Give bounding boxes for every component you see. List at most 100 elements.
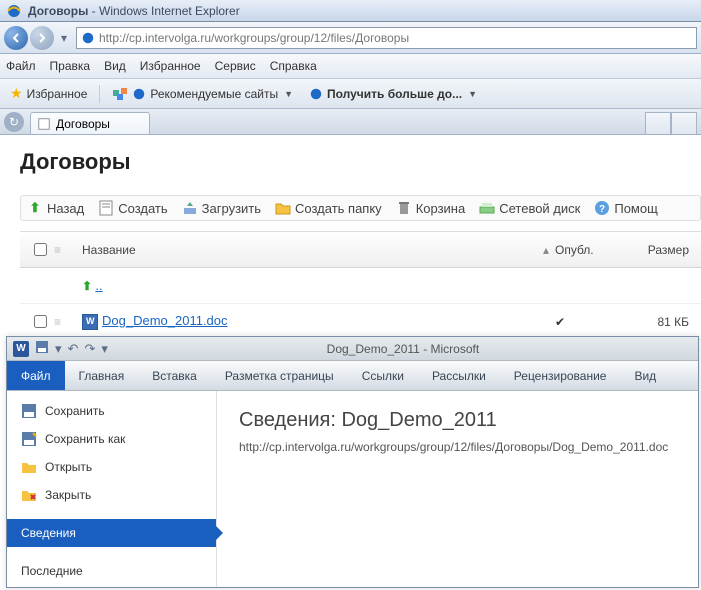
page-icon xyxy=(81,31,95,45)
trash-button[interactable]: Корзина xyxy=(396,200,466,216)
tab-review[interactable]: Рецензирование xyxy=(500,361,621,390)
tab-references[interactable]: Ссылки xyxy=(348,361,418,390)
menu-tools[interactable]: Сервис xyxy=(215,59,256,73)
qat-dropdown-icon[interactable]: ▾ xyxy=(55,341,62,357)
tab-insert[interactable]: Вставка xyxy=(138,361,211,390)
favorites-button[interactable]: ★ Избранное xyxy=(6,83,91,104)
undo-icon[interactable]: ↶ xyxy=(68,341,79,357)
menu-recent[interactable]: Последние xyxy=(7,557,216,585)
menu-edit[interactable]: Правка xyxy=(50,59,91,73)
table-row: ≡ Dog_Demo_2011.doc ✔ 81 КБ xyxy=(20,304,701,340)
select-all-checkbox[interactable] xyxy=(26,243,54,256)
svg-text:?: ? xyxy=(599,204,605,215)
tab-bar: ↻ Договоры xyxy=(0,109,701,135)
qat-dropdown-icon[interactable]: ▾ xyxy=(101,341,108,357)
network-disk-button[interactable]: Сетевой диск xyxy=(479,200,580,216)
menu-open[interactable]: Открыть xyxy=(7,453,216,481)
tab-mailings[interactable]: Рассылки xyxy=(418,361,500,390)
ie-small-icon xyxy=(132,87,146,101)
recommended-label: Рекомендуемые сайты xyxy=(150,87,278,101)
create-folder-button[interactable]: Создать папку xyxy=(275,200,382,216)
menu-favorites[interactable]: Избранное xyxy=(140,59,201,73)
redo-icon[interactable]: ↷ xyxy=(84,341,95,357)
save-as-icon xyxy=(21,431,37,447)
page-title: Договоры xyxy=(20,149,701,175)
file-link[interactable]: Dog_Demo_2011.doc xyxy=(102,313,228,328)
folder-icon xyxy=(275,200,291,216)
table-header: ≡ Название ▴ Опубл. Размер xyxy=(20,232,701,268)
trash-icon xyxy=(396,200,412,216)
backstage-content: Сведения: Dog_Demo_2011 http://cp.interv… xyxy=(217,391,698,587)
folder-up-icon: ⬆ xyxy=(82,279,92,293)
get-more-addons[interactable]: Получить больше до... ▼ xyxy=(305,85,481,103)
favorites-label: Избранное xyxy=(27,87,88,101)
back-button[interactable]: ⬆Назад xyxy=(27,200,84,216)
column-name[interactable]: Название xyxy=(78,243,537,257)
tab-favicon xyxy=(37,117,51,131)
row-checkbox[interactable] xyxy=(26,315,54,328)
ie-nav-bar: ▾ xyxy=(0,22,701,54)
sites-icon xyxy=(112,86,128,102)
column-published[interactable]: Опубл. xyxy=(555,243,625,257)
word-window: W ▾ ↶ ↷ ▾ Dog_Demo_2011 - Microsoft Файл… xyxy=(6,336,699,588)
word-file-icon xyxy=(82,314,98,330)
tab-file[interactable]: Файл xyxy=(7,361,65,390)
sort-asc-icon[interactable]: ▴ xyxy=(537,243,555,257)
tab-controls xyxy=(645,112,697,134)
tab-control-button[interactable] xyxy=(645,112,671,134)
nav-dropdown-icon[interactable]: ▾ xyxy=(56,26,72,50)
ie-logo-icon xyxy=(6,3,22,19)
chevron-down-icon: ▼ xyxy=(284,89,293,99)
getmore-label: Получить больше до... xyxy=(327,87,462,101)
document-icon xyxy=(98,200,114,216)
window-title: Договоры - Windows Internet Explorer xyxy=(28,4,240,18)
published-check: ✔ xyxy=(555,315,625,329)
close-icon xyxy=(21,487,37,503)
tab-control-button[interactable] xyxy=(671,112,697,134)
tab-layout[interactable]: Разметка страницы xyxy=(211,361,348,390)
word-title: Dog_Demo_2011 - Microsoft xyxy=(327,342,480,356)
browser-tab[interactable]: Договоры xyxy=(30,112,150,134)
tab-home[interactable]: Главная xyxy=(65,361,139,390)
help-button[interactable]: ?Помощ xyxy=(594,200,657,216)
column-handle-icon[interactable]: ≡ xyxy=(54,243,78,257)
forward-button[interactable] xyxy=(30,26,54,50)
help-icon: ? xyxy=(594,200,610,216)
tab-label: Договоры xyxy=(56,117,110,131)
menu-file[interactable]: Файл xyxy=(6,59,36,73)
menu-info[interactable]: Сведения xyxy=(7,519,216,547)
save-icon xyxy=(21,403,37,419)
column-size[interactable]: Размер xyxy=(625,243,695,257)
create-button[interactable]: Создать xyxy=(98,200,167,216)
save-icon[interactable] xyxy=(35,340,49,357)
file-table: ≡ Название ▴ Опубл. Размер ⬆ .. ≡ Dog_De… xyxy=(20,231,701,340)
row-handle-icon[interactable]: ≡ xyxy=(54,315,78,329)
backstage-menu: Сохранить Сохранить как Открыть Закрыть … xyxy=(7,391,217,587)
quick-access-toolbar: W ▾ ↶ ↷ ▾ Dog_Demo_2011 - Microsoft xyxy=(7,337,698,361)
url-input[interactable] xyxy=(99,31,692,45)
ribbon-tabs: Файл Главная Вставка Разметка страницы С… xyxy=(7,361,698,391)
ie-menubar: Файл Правка Вид Избранное Сервис Справка xyxy=(0,54,701,79)
open-icon xyxy=(21,459,37,475)
separator xyxy=(99,85,100,103)
recommended-sites[interactable]: Рекомендуемые сайты ▼ xyxy=(108,84,297,104)
word-body: Сохранить Сохранить как Открыть Закрыть … xyxy=(7,391,698,587)
menu-save[interactable]: Сохранить xyxy=(7,397,216,425)
parent-folder-link[interactable]: .. xyxy=(95,278,102,293)
upload-button[interactable]: Загрузить xyxy=(182,200,261,216)
menu-close[interactable]: Закрыть xyxy=(7,481,216,509)
menu-view[interactable]: Вид xyxy=(104,59,126,73)
back-button[interactable] xyxy=(4,26,28,50)
page-content: Договоры ⬆Назад Создать Загрузить Создат… xyxy=(0,135,701,340)
file-toolbar: ⬆Назад Создать Загрузить Создать папку К… xyxy=(20,195,701,221)
up-arrow-icon: ⬆ xyxy=(27,200,43,216)
menu-save-as[interactable]: Сохранить как xyxy=(7,425,216,453)
quicktabs-icon[interactable]: ↻ xyxy=(4,112,24,132)
favorites-bar: ★ Избранное Рекомендуемые сайты ▼ Получи… xyxy=(0,79,701,109)
tab-view[interactable]: Вид xyxy=(620,361,670,390)
address-bar[interactable] xyxy=(76,27,697,49)
star-icon: ★ xyxy=(10,85,23,102)
menu-help[interactable]: Справка xyxy=(270,59,317,73)
info-title: Сведения: Dog_Demo_2011 xyxy=(239,409,676,432)
file-size: 81 КБ xyxy=(625,315,695,329)
